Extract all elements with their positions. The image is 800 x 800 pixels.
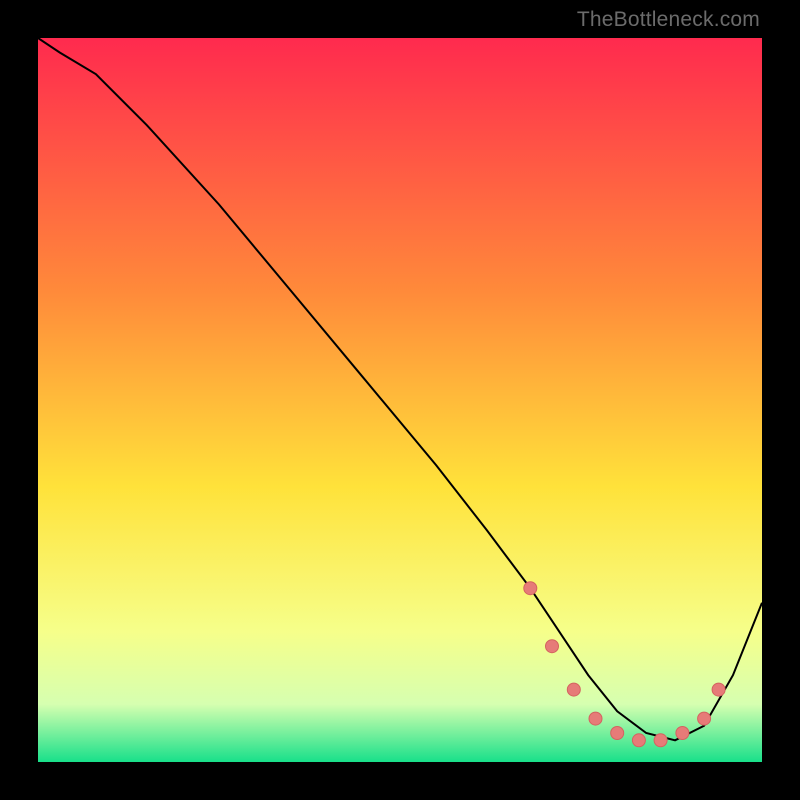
- marker-point: [654, 734, 667, 747]
- chart-container: [38, 38, 762, 762]
- marker-point: [524, 582, 537, 595]
- marker-point: [611, 727, 624, 740]
- marker-point: [712, 683, 725, 696]
- marker-point: [546, 640, 559, 653]
- marker-point: [567, 683, 580, 696]
- marker-point: [632, 734, 645, 747]
- attribution-text: TheBottleneck.com: [577, 8, 760, 32]
- marker-point: [589, 712, 602, 725]
- bottleneck-chart: [38, 38, 762, 762]
- gradient-background: [38, 38, 762, 762]
- marker-point: [676, 727, 689, 740]
- marker-point: [698, 712, 711, 725]
